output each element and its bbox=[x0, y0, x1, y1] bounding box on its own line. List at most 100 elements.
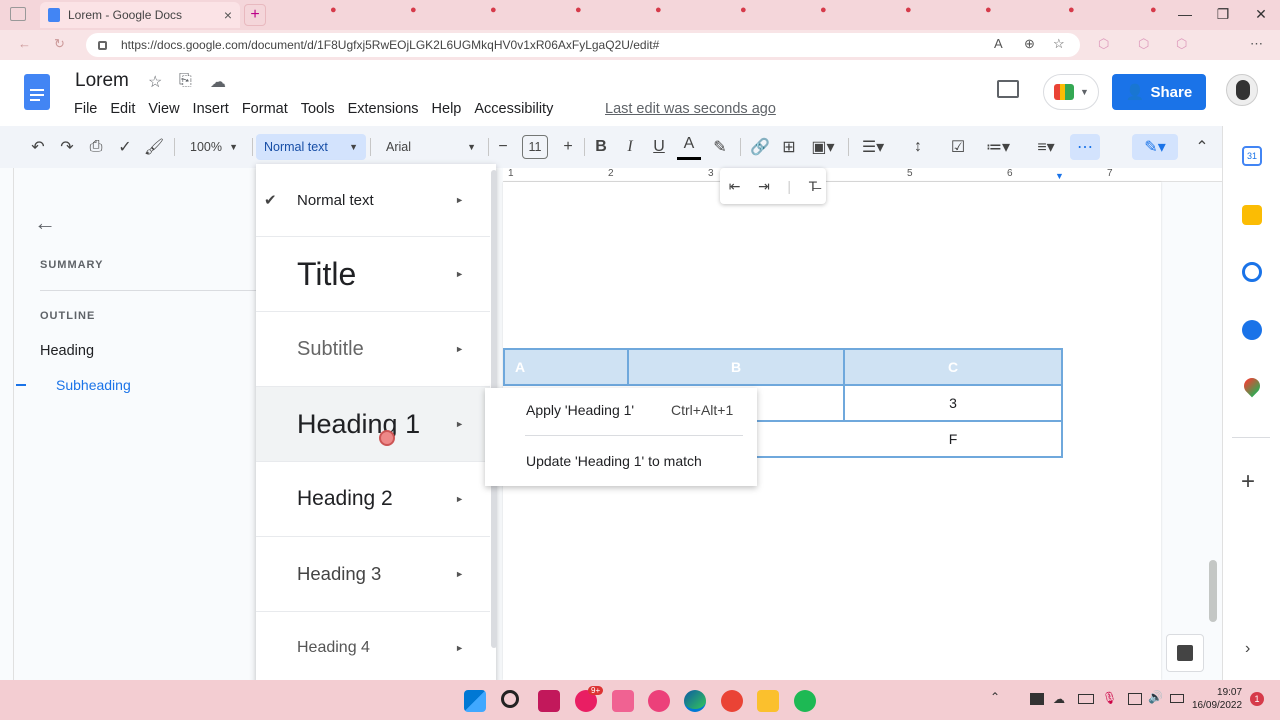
contacts-icon[interactable] bbox=[1242, 320, 1262, 340]
more-tools-icon[interactable]: ⋯ bbox=[1070, 134, 1100, 160]
back-icon[interactable]: ← bbox=[18, 36, 31, 51]
checklist-icon[interactable]: ☑ bbox=[946, 126, 970, 168]
update-heading-1-option[interactable]: Update 'Heading 1' to match bbox=[526, 453, 702, 469]
maps-app-icon[interactable] bbox=[721, 690, 743, 712]
avatar[interactable] bbox=[1226, 74, 1258, 106]
style-option-heading-3[interactable]: Heading 3 ► bbox=[256, 537, 490, 612]
paint-format-icon[interactable]: 🖌 bbox=[142, 126, 166, 168]
decrease-indent-icon[interactable]: ⇤ bbox=[729, 178, 741, 195]
highlight-icon[interactable]: ✎ bbox=[708, 126, 732, 168]
microphone-icon[interactable]: 🎙 bbox=[1102, 691, 1117, 705]
menu-help[interactable]: Help bbox=[432, 101, 462, 117]
taskbar-clock[interactable]: 19:07 16/09/2022 bbox=[1192, 686, 1242, 712]
table-cell[interactable]: 3 bbox=[843, 384, 1063, 422]
keep-icon[interactable] bbox=[1242, 205, 1262, 225]
font-size-input[interactable]: 11 bbox=[522, 135, 548, 159]
explore-button[interactable] bbox=[1166, 634, 1204, 672]
table-cell[interactable] bbox=[753, 420, 845, 458]
tab-actions-icon[interactable] bbox=[10, 7, 26, 21]
increase-indent-icon[interactable]: ⇥ bbox=[758, 178, 770, 195]
zoom-select[interactable]: 100% ▼ bbox=[182, 134, 246, 160]
table-cell[interactable]: F bbox=[843, 420, 1063, 458]
decrease-font-size-button[interactable]: − bbox=[492, 126, 514, 168]
table-header-cell[interactable]: C bbox=[843, 348, 1063, 386]
insert-image-icon[interactable]: ▣▾ bbox=[806, 126, 840, 168]
file-explorer-icon[interactable] bbox=[757, 690, 779, 712]
battery-icon[interactable] bbox=[1170, 694, 1184, 703]
tray-icon[interactable] bbox=[1030, 693, 1044, 705]
menu-file[interactable]: File bbox=[74, 101, 97, 117]
menu-edit[interactable]: Edit bbox=[110, 101, 135, 117]
read-aloud-icon[interactable]: A bbox=[994, 36, 1003, 51]
outline-item-subheading[interactable]: Subheading bbox=[56, 377, 131, 393]
illustrator-icon[interactable] bbox=[612, 690, 634, 712]
url-field[interactable]: https://docs.google.com/document/d/1F8Ug… bbox=[86, 33, 1080, 57]
close-tab-icon[interactable]: × bbox=[224, 7, 232, 23]
editing-mode-icon[interactable]: ✎▾ bbox=[1132, 134, 1178, 160]
italic-button[interactable]: I bbox=[619, 126, 641, 168]
table-header-cell[interactable]: B bbox=[627, 348, 845, 386]
redo-icon[interactable]: ↷ bbox=[55, 126, 79, 168]
align-icon[interactable]: ☰▾ bbox=[856, 126, 890, 168]
clear-formatting-icon[interactable]: T̶ bbox=[809, 178, 818, 194]
search-icon[interactable] bbox=[501, 690, 519, 708]
close-outline-icon[interactable]: ← bbox=[34, 210, 56, 236]
last-edit-link[interactable]: Last edit was seconds ago bbox=[605, 101, 776, 117]
app-icon[interactable] bbox=[648, 690, 670, 712]
style-option-heading-4[interactable]: Heading 4 ► bbox=[256, 612, 490, 684]
meet-button[interactable]: ▼ bbox=[1043, 74, 1099, 110]
link-icon[interactable]: 🔗 bbox=[748, 126, 772, 168]
collections-icon[interactable]: ⬡ bbox=[1138, 36, 1149, 52]
underline-button[interactable]: U bbox=[648, 126, 670, 168]
tray-chevron-icon[interactable]: ⌃ bbox=[990, 690, 1000, 704]
add-comment-icon[interactable]: ⊞ bbox=[777, 126, 801, 168]
style-option-normal-text[interactable]: ✔ Normal text ► bbox=[256, 164, 490, 237]
more-icon[interactable]: ⋯ bbox=[1250, 36, 1263, 52]
bold-button[interactable]: B bbox=[590, 126, 612, 168]
document-scrollbar[interactable] bbox=[1209, 560, 1217, 622]
undo-icon[interactable]: ↶ bbox=[26, 126, 50, 168]
app-icon[interactable] bbox=[538, 690, 560, 712]
minimize-icon[interactable]: — bbox=[1166, 0, 1204, 30]
refresh-icon[interactable]: ↻ bbox=[54, 36, 65, 52]
menu-view[interactable]: View bbox=[148, 101, 179, 117]
style-option-subtitle[interactable]: Subtitle ► bbox=[256, 312, 490, 387]
print-icon[interactable]: ⎙ bbox=[84, 126, 108, 168]
increase-font-size-button[interactable]: + bbox=[557, 126, 579, 168]
maximize-icon[interactable]: ❐ bbox=[1204, 0, 1242, 30]
show-side-panel-icon[interactable]: › bbox=[1245, 640, 1250, 658]
close-window-icon[interactable]: ✕ bbox=[1242, 0, 1280, 30]
bullet-list-icon[interactable]: ≔▾ bbox=[978, 126, 1018, 168]
docs-logo-icon[interactable] bbox=[24, 74, 50, 110]
keyboard-tray-icon[interactable] bbox=[1078, 694, 1094, 704]
text-color-button[interactable]: A bbox=[677, 130, 701, 160]
numbered-list-icon[interactable]: ≡▾ bbox=[1026, 126, 1066, 168]
spellcheck-icon[interactable]: ✓ bbox=[113, 126, 137, 168]
tasks-icon[interactable] bbox=[1242, 262, 1262, 282]
calendar-icon[interactable]: 31 bbox=[1242, 146, 1262, 166]
cloud-tray-icon[interactable]: ☁ bbox=[1053, 692, 1065, 706]
edge-icon[interactable] bbox=[684, 690, 706, 712]
font-select[interactable]: Arial ▼ bbox=[378, 134, 484, 160]
styles-select[interactable]: Normal text ▼ bbox=[256, 134, 366, 160]
outline-item-heading[interactable]: Heading bbox=[40, 343, 94, 359]
spotify-icon[interactable] bbox=[794, 690, 816, 712]
menu-extensions[interactable]: Extensions bbox=[348, 101, 419, 117]
style-option-heading-1[interactable]: Heading 1 ► bbox=[256, 387, 490, 462]
get-addons-icon[interactable]: + bbox=[1241, 468, 1255, 496]
menu-accessibility[interactable]: Accessibility bbox=[474, 101, 553, 117]
browser-tab[interactable]: Lorem - Google Docs × bbox=[40, 2, 240, 28]
comment-history-icon[interactable] bbox=[997, 80, 1019, 98]
favorite-icon[interactable]: ☆ bbox=[1053, 36, 1065, 52]
volume-icon[interactable]: 🔊 bbox=[1148, 690, 1163, 704]
apply-heading-1-option[interactable]: Apply 'Heading 1' bbox=[526, 402, 634, 418]
new-tab-button[interactable]: + bbox=[244, 4, 266, 26]
right-indent-marker-icon[interactable]: ▼ bbox=[1055, 171, 1064, 181]
move-folder-icon[interactable]: ⎘ bbox=[179, 72, 192, 90]
favorites-bar-icon[interactable]: ⬡ bbox=[1176, 36, 1187, 52]
notifications-icon[interactable]: 1 bbox=[1250, 692, 1264, 706]
menu-insert[interactable]: Insert bbox=[193, 101, 229, 117]
style-option-title[interactable]: Title ► bbox=[256, 237, 490, 312]
doc-title[interactable]: Lorem bbox=[75, 70, 129, 92]
style-option-heading-2[interactable]: Heading 2 ► bbox=[256, 462, 490, 537]
